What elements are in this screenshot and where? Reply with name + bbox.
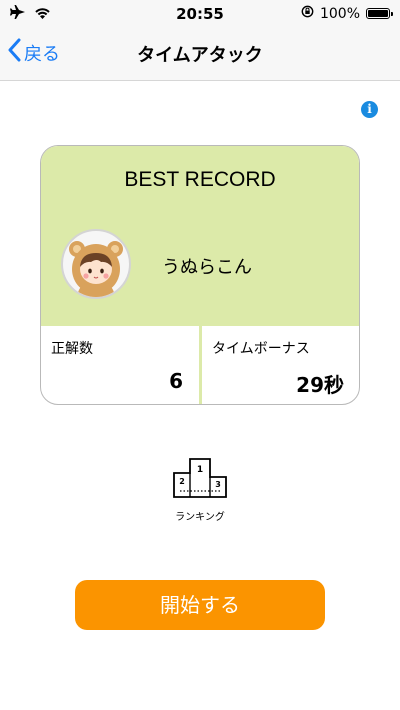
ranking-button[interactable]: 1 2 3 ランキング (160, 451, 240, 523)
battery-icon (366, 8, 393, 19)
navigation-bar: 戻る タイムアタック (0, 28, 400, 81)
player-name: うぬらこん (162, 257, 252, 278)
info-icon[interactable]: i (361, 101, 378, 118)
best-record-card: BEST RECORD うぬらこん 正解数 6 タイムボーナス 29秒 (40, 145, 360, 405)
correct-count-label: 正解数 (51, 341, 93, 357)
page-title: タイムアタック (137, 45, 263, 66)
avatar (61, 229, 131, 299)
status-right: 100% (301, 5, 393, 22)
time-bonus-value: 29秒 (296, 373, 344, 397)
best-record-heading: BEST RECORD (124, 168, 276, 191)
correct-count-value: 6 (169, 369, 183, 393)
svg-text:1: 1 (197, 465, 203, 475)
status-bar: 20:55 100% (0, 0, 400, 28)
ranking-label: ランキング (175, 512, 225, 523)
bear-girl-avatar-icon (69, 241, 123, 297)
best-record-header: BEST RECORD うぬらこん (41, 146, 359, 326)
svg-text:3: 3 (215, 480, 221, 489)
correct-count-stat: 正解数 6 (41, 326, 199, 404)
battery-percent: 100% (319, 5, 360, 22)
time-bonus-stat: タイムボーナス 29秒 (202, 326, 359, 404)
start-button[interactable]: 開始する (75, 580, 325, 630)
podium-icon: 1 2 3 (170, 458, 230, 503)
svg-text:2: 2 (179, 477, 185, 486)
rotation-lock-icon (301, 5, 314, 22)
time-bonus-label: タイムボーナス (212, 341, 310, 357)
